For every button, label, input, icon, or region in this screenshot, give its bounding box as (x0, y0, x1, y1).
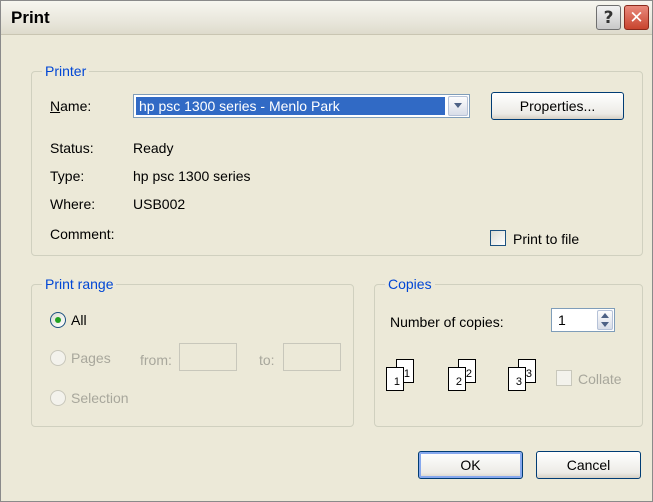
window-title: Print (11, 8, 50, 27)
title-bar[interactable]: Print ? ✕ (1, 1, 652, 35)
where-label: Where: (50, 196, 96, 212)
ok-button[interactable]: OK (418, 451, 523, 479)
number-of-copies-label: Number of copies: (390, 314, 504, 330)
to-label: to: (259, 352, 275, 368)
to-input[interactable] (283, 343, 341, 371)
print-to-file-label[interactable]: Print to file (513, 231, 579, 247)
print-to-file-checkbox[interactable] (490, 230, 506, 246)
chevron-down-icon[interactable] (448, 96, 468, 116)
page-number: 1 (393, 376, 400, 388)
properties-button[interactable]: Properties... (491, 92, 624, 120)
page-number: 2 (455, 376, 462, 388)
page-sheet: 3 (508, 367, 526, 391)
copies-group: Copies (374, 276, 643, 427)
spinner-arrows-icon[interactable] (597, 310, 613, 330)
from-input[interactable] (179, 343, 237, 371)
page-sheet: 1 (386, 367, 404, 391)
page-sheet: 2 (448, 367, 466, 391)
copies-value: 1 (558, 312, 566, 328)
copies-legend: Copies (385, 276, 435, 292)
where-value: USB002 (133, 196, 186, 212)
type-label: Type: (50, 168, 85, 184)
close-icon[interactable]: ✕ (624, 5, 649, 30)
all-label[interactable]: All (71, 312, 87, 328)
selection-radio[interactable] (50, 390, 66, 406)
cancel-button[interactable]: Cancel (536, 451, 641, 479)
selection-label[interactable]: Selection (71, 390, 129, 406)
page-number: 2 (465, 368, 472, 380)
pages-label[interactable]: Pages (71, 350, 111, 366)
collate-checkbox[interactable] (556, 370, 572, 386)
from-label: from: (140, 352, 172, 368)
help-icon[interactable]: ? (596, 5, 621, 30)
all-radio[interactable] (50, 312, 66, 328)
print-dialog: Print ? ✕ Printer Name: hp psc 1300 seri… (0, 0, 653, 502)
copies-spinner[interactable]: 1 (551, 308, 615, 332)
type-value: hp psc 1300 series (133, 168, 251, 184)
page-number: 3 (515, 376, 522, 388)
name-label: Name: (50, 98, 92, 114)
collate-label[interactable]: Collate (578, 371, 622, 387)
comment-label: Comment: (50, 226, 115, 242)
status-label: Status: (50, 140, 94, 156)
pages-radio[interactable] (50, 350, 66, 366)
printer-legend: Printer (42, 63, 90, 79)
status-value: Ready (133, 140, 174, 156)
print-range-legend: Print range (42, 276, 117, 292)
printer-name-select[interactable]: hp psc 1300 series - Menlo Park (133, 94, 470, 118)
page-number: 3 (525, 368, 532, 380)
page-number: 1 (403, 368, 410, 380)
printer-name-value: hp psc 1300 series - Menlo Park (136, 97, 445, 115)
